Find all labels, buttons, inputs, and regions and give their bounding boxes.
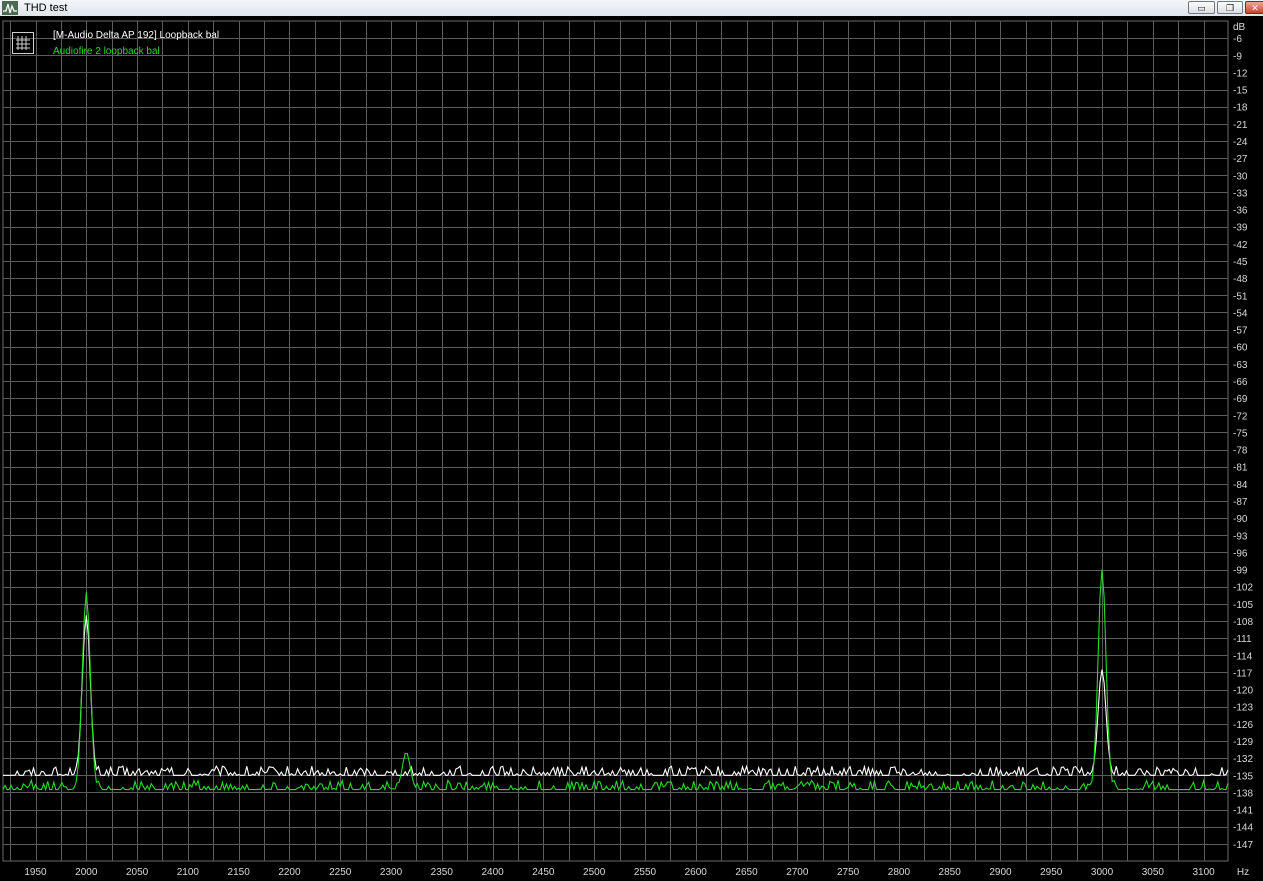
y-tick-label: -129 bbox=[1233, 737, 1253, 748]
x-tick-label: 2750 bbox=[837, 867, 860, 878]
series-line-2 bbox=[2, 569, 1229, 792]
legend-series-2: Audiofire 2 loopback bal bbox=[53, 46, 160, 57]
y-tick-label: -24 bbox=[1233, 137, 1248, 148]
x-tick-label: 2350 bbox=[431, 867, 454, 878]
y-tick-label: -96 bbox=[1233, 548, 1248, 559]
y-tick-label: -27 bbox=[1233, 154, 1248, 165]
grid-icon[interactable] bbox=[12, 32, 34, 54]
y-tick-label: -126 bbox=[1233, 720, 1253, 731]
x-tick-label: 2150 bbox=[228, 867, 251, 878]
y-tick-label: -21 bbox=[1233, 120, 1248, 131]
y-tick-label: -51 bbox=[1233, 291, 1248, 302]
x-tick-label: 2100 bbox=[177, 867, 200, 878]
series-line-1 bbox=[3, 615, 1229, 778]
x-tick-label: 2900 bbox=[989, 867, 1012, 878]
y-tick-label: -33 bbox=[1233, 188, 1248, 199]
y-tick-label: -15 bbox=[1233, 86, 1248, 97]
x-tick-label: 2250 bbox=[329, 867, 352, 878]
y-tick-label: -102 bbox=[1233, 583, 1253, 594]
y-tick-label: -135 bbox=[1233, 771, 1253, 782]
y-tick-label: -81 bbox=[1233, 463, 1248, 474]
legend-series-1: [M-Audio Delta AP 192] Loopback bal bbox=[53, 30, 220, 41]
x-tick-label: 2800 bbox=[888, 867, 911, 878]
x-tick-label: 2450 bbox=[532, 867, 555, 878]
x-tick-label: 2400 bbox=[481, 867, 504, 878]
y-tick-label: -105 bbox=[1233, 600, 1253, 611]
y-tick-label: -9 bbox=[1233, 51, 1242, 62]
x-tick-label: 2600 bbox=[685, 867, 708, 878]
y-tick-label: -90 bbox=[1233, 514, 1248, 525]
y-tick-label: -132 bbox=[1233, 754, 1253, 765]
plot-frame bbox=[2, 20, 1229, 862]
y-tick-label: -63 bbox=[1233, 360, 1248, 371]
y-tick-label: -45 bbox=[1233, 257, 1248, 268]
y-tick-label: -18 bbox=[1233, 103, 1248, 114]
x-tick-label: 2650 bbox=[735, 867, 758, 878]
y-tick-label: -144 bbox=[1233, 823, 1253, 834]
y-tick-label: -36 bbox=[1233, 206, 1248, 217]
x-tick-label: 2050 bbox=[126, 867, 149, 878]
y-tick-label: -123 bbox=[1233, 703, 1253, 714]
y-tick-label: -30 bbox=[1233, 171, 1248, 182]
y-tick-label: -42 bbox=[1233, 240, 1248, 251]
y-tick-label: -78 bbox=[1233, 446, 1248, 457]
x-tick-label: 3100 bbox=[1192, 867, 1215, 878]
y-tick-label: -69 bbox=[1233, 394, 1248, 405]
y-tick-label: -117 bbox=[1233, 668, 1253, 679]
x-tick-label: 2950 bbox=[1040, 867, 1063, 878]
x-tick-label: 2550 bbox=[634, 867, 657, 878]
y-tick-label: -147 bbox=[1233, 840, 1253, 851]
spectrum-plot-area: 1950 2000 2050 2100 2150 2200 2250 2300 2350 2400… bbox=[0, 16, 1263, 881]
minimize-button[interactable]: ▭ bbox=[1188, 1, 1215, 14]
y-tick-label: -87 bbox=[1233, 497, 1248, 508]
y-tick-label: -12 bbox=[1233, 68, 1248, 79]
y-tick-label: -75 bbox=[1233, 428, 1248, 439]
spectrum-chart: 1950 2000 2050 2100 2150 2200 2250 2300 2350 2400… bbox=[2, 20, 1253, 878]
app-waveform-icon bbox=[2, 1, 18, 15]
close-button[interactable]: ✕ bbox=[1245, 1, 1263, 14]
maximize-button[interactable]: ❐ bbox=[1217, 1, 1243, 14]
x-tick-label: 2300 bbox=[380, 867, 403, 878]
y-tick-label: -54 bbox=[1233, 308, 1248, 319]
x-tick-label: 2200 bbox=[278, 867, 301, 878]
x-tick-label: 2850 bbox=[939, 867, 962, 878]
y-tick-label: -111 bbox=[1233, 634, 1252, 645]
x-tick-label: 2500 bbox=[583, 867, 606, 878]
y-tick-label: -72 bbox=[1233, 411, 1248, 422]
y-tick-label: -93 bbox=[1233, 531, 1248, 542]
y-tick-label: -99 bbox=[1233, 566, 1248, 577]
y-unit-label: dB bbox=[1233, 22, 1246, 33]
x-unit-label: Hz bbox=[1237, 867, 1249, 878]
title-bar: THD test ▭ ❐ ✕ bbox=[0, 0, 1263, 17]
x-tick-label: 2000 bbox=[75, 867, 98, 878]
y-tick-label: -108 bbox=[1233, 617, 1253, 628]
y-tick-label: -138 bbox=[1233, 788, 1253, 799]
y-tick-label: -114 bbox=[1233, 651, 1253, 662]
x-tick-label: 1950 bbox=[24, 867, 47, 878]
y-tick-label: -60 bbox=[1233, 343, 1248, 354]
x-tick-label: 3000 bbox=[1091, 867, 1114, 878]
y-tick-label: -120 bbox=[1233, 686, 1253, 697]
y-tick-label: -48 bbox=[1233, 274, 1248, 285]
y-tick-label: -84 bbox=[1233, 480, 1248, 491]
y-tick-label: -141 bbox=[1233, 806, 1253, 817]
x-tick-label: 2700 bbox=[786, 867, 809, 878]
y-tick-label: -66 bbox=[1233, 377, 1248, 388]
x-tick-label: 3050 bbox=[1142, 867, 1165, 878]
window-title: THD test bbox=[24, 2, 68, 14]
y-tick-label: -57 bbox=[1233, 326, 1248, 337]
y-tick-label: -6 bbox=[1233, 34, 1242, 45]
y-tick-label: -39 bbox=[1233, 223, 1248, 234]
